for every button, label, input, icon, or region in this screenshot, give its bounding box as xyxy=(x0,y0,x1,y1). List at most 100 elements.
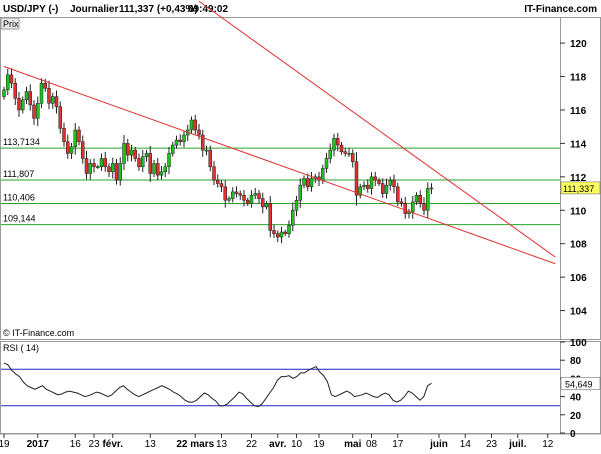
candle-down xyxy=(216,179,220,184)
time-tick-label: 17 xyxy=(392,439,404,450)
candle-up xyxy=(6,74,10,91)
candle-down xyxy=(399,201,404,204)
candle-up xyxy=(118,163,122,181)
candle-down xyxy=(418,194,422,204)
price-tick-label: 116 xyxy=(570,106,587,117)
candle-down xyxy=(197,129,201,136)
price-tick-label: 106 xyxy=(570,273,587,284)
candle-down xyxy=(107,166,111,173)
horizontal-level-label: 113,7134 xyxy=(3,137,40,147)
candle-up xyxy=(204,149,209,152)
time-tick-label: 19 xyxy=(0,439,10,450)
candle-up xyxy=(264,203,269,208)
candle-down xyxy=(81,141,85,159)
rsi-tick-label: 0 xyxy=(570,429,576,440)
candle-down xyxy=(28,91,32,106)
time-tick-label: avr. xyxy=(269,439,286,450)
candle-down xyxy=(148,153,152,174)
time-tick-label: mai xyxy=(344,439,361,450)
candle-down xyxy=(234,191,239,194)
time-tick-label: 22 mars xyxy=(176,439,214,450)
candle-up xyxy=(167,153,171,168)
candle-up xyxy=(159,171,164,176)
candle-down xyxy=(103,158,107,168)
candle-down xyxy=(276,233,280,238)
candle-down xyxy=(268,203,272,231)
horizontal-level-label: 110,406 xyxy=(3,192,35,202)
price-tick-label: 104 xyxy=(570,307,587,318)
candle-down xyxy=(178,139,182,142)
candle-up xyxy=(21,99,25,111)
candle-down xyxy=(246,199,250,204)
last-price-marker: 111,337 xyxy=(560,181,601,195)
candle-down xyxy=(257,193,261,199)
candle-up xyxy=(411,201,415,213)
candle-up xyxy=(249,194,254,204)
price-panel-frame xyxy=(0,17,561,340)
candle-down xyxy=(242,194,246,201)
candle-up xyxy=(129,149,134,156)
candle-down xyxy=(366,184,370,189)
time-tick-label: 12 xyxy=(542,439,554,450)
candle-up xyxy=(99,158,104,168)
rsi-last-label: 54,649 xyxy=(565,379,593,389)
candle-up xyxy=(388,179,392,186)
candle-up xyxy=(88,163,92,174)
time-tick-label: 19 xyxy=(313,439,325,450)
candle-up xyxy=(384,184,389,194)
header-symbol: USD/JPY (-) xyxy=(3,4,58,15)
candle-down xyxy=(306,178,310,188)
candle-up xyxy=(51,96,55,104)
rsi-tick-label: 80 xyxy=(570,356,582,367)
time-tick-label: 14 xyxy=(460,439,472,450)
candle-up xyxy=(414,194,419,203)
rsi-last-marker: 54,649 xyxy=(560,377,601,390)
candle-down xyxy=(351,153,355,163)
candle-down xyxy=(193,119,197,131)
candle-up xyxy=(253,193,257,196)
header-period: Journalier xyxy=(70,4,118,15)
candle-up xyxy=(122,143,126,164)
time-tick-label: 10 xyxy=(291,439,303,450)
candle-up xyxy=(324,158,329,169)
candle-down xyxy=(223,186,227,201)
candle-down xyxy=(272,230,276,234)
price-tab-label[interactable]: Prix xyxy=(3,19,19,29)
time-tick-label: 22 xyxy=(246,439,258,450)
candle-down xyxy=(377,179,381,184)
candle-down xyxy=(283,231,287,234)
candle-up xyxy=(174,139,179,146)
header-last-change: 111,337 (+0,43%) xyxy=(119,4,198,15)
candle-up xyxy=(291,210,295,226)
candle-down xyxy=(54,96,59,107)
candle-down xyxy=(137,158,141,168)
candle-down xyxy=(66,141,70,154)
candle-up xyxy=(96,166,100,169)
time-tick-label: 13 xyxy=(216,439,228,450)
candle-down xyxy=(133,149,137,159)
rsi-title: RSI ( 14) xyxy=(3,343,39,353)
candle-down xyxy=(339,144,344,152)
candle-up xyxy=(231,191,235,199)
candle-up xyxy=(328,149,332,159)
candle-up xyxy=(294,199,299,211)
time-tick-label: févr. xyxy=(102,439,123,450)
candle-up xyxy=(426,188,430,211)
time-axis-ticks: 19 2017 16 23 févr. 13 22 mars 13 22 avr. 10 19 mai 0… xyxy=(0,434,554,450)
candle-down xyxy=(43,82,47,89)
candle-up xyxy=(429,187,434,190)
candle-up xyxy=(189,119,194,131)
candle-up xyxy=(287,225,291,234)
candle-down xyxy=(336,138,340,146)
horizontal-level-label: 111,807 xyxy=(3,169,34,179)
candle-up xyxy=(309,178,314,188)
candle-down xyxy=(396,186,400,203)
price-tick-label: 114 xyxy=(570,139,587,150)
candle-down xyxy=(392,179,396,188)
candle-down xyxy=(403,203,407,214)
candle-up xyxy=(144,153,149,158)
candle-up xyxy=(321,168,325,181)
candle-up xyxy=(298,184,302,201)
candle-down xyxy=(77,129,81,142)
time-tick-label: 16 xyxy=(70,439,82,450)
